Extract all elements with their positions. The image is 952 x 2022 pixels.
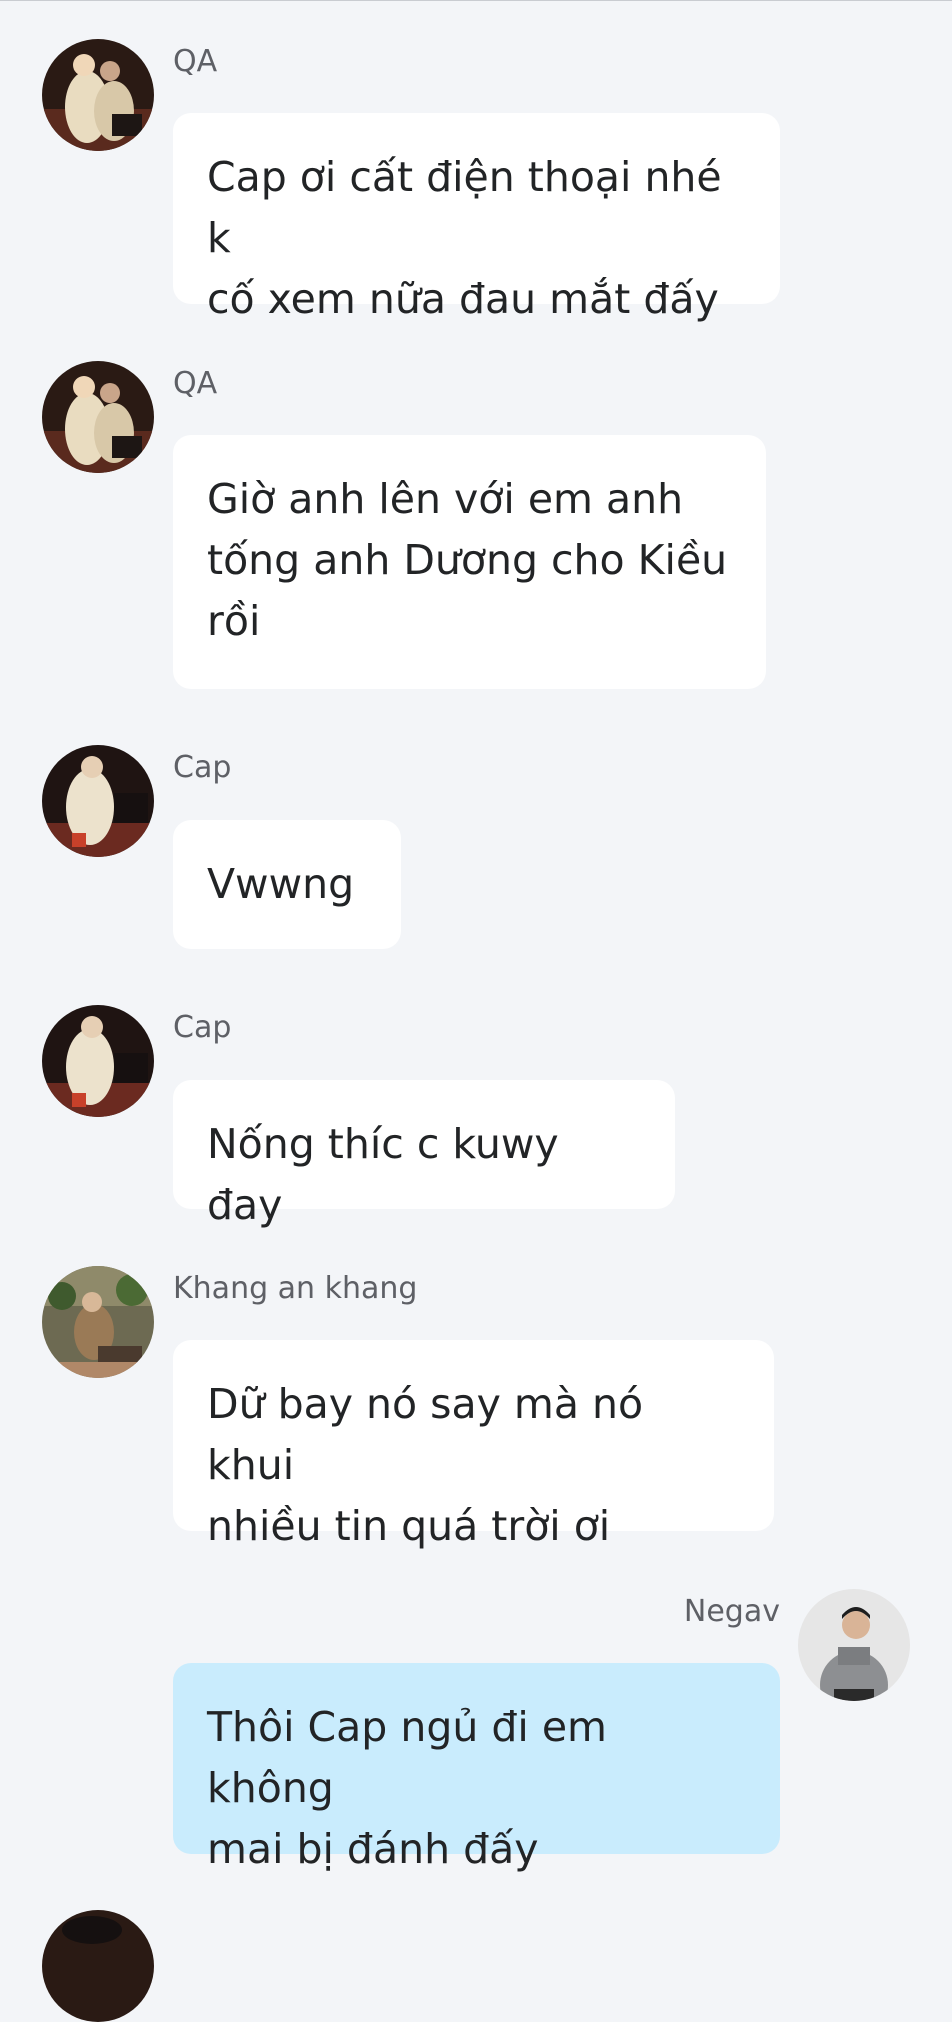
couple-photo-avatar [42, 1005, 154, 1117]
sender-name: QA [173, 366, 218, 401]
top-divider [0, 0, 952, 1]
sender-name: Cap [173, 1010, 232, 1045]
sender-name: Negav [683, 1594, 780, 1629]
avatar[interactable] [42, 39, 154, 151]
message-bubble[interactable]: Giờ anh lên với em anh tống anh Dương ch… [173, 435, 766, 689]
message-bubble[interactable]: Vwwng [173, 820, 401, 949]
message-bubble[interactable]: Nống thíc c kuwy đay [173, 1080, 675, 1229]
avatar[interactable] [798, 1589, 910, 1701]
message-bubble[interactable]: Cap ơi cất điện thoại nhé k cố xem nữa đ… [173, 113, 780, 323]
avatar[interactable] [42, 1005, 154, 1117]
man-portrait-avatar [798, 1589, 910, 1701]
couple-photo-avatar [42, 745, 154, 857]
avatar[interactable] [42, 1910, 154, 2022]
couple-photo-avatar [42, 1910, 154, 2022]
avatar[interactable] [42, 1266, 154, 1378]
couple-photo-avatar [42, 39, 154, 151]
avatar[interactable] [42, 745, 154, 857]
couple-photo-avatar [42, 361, 154, 473]
sender-name: Khang an khang [173, 1271, 418, 1306]
sender-name: Cap [173, 750, 232, 785]
avatar[interactable] [42, 361, 154, 473]
message-bubble[interactable]: Dữ bay nó say mà nó khui nhiều tin quá t… [173, 1340, 774, 1550]
man-sitting-avatar [42, 1266, 154, 1378]
sender-name: QA [173, 44, 218, 79]
message-bubble[interactable]: Thôi Cap ngủ đi em không mai bị đánh đấy [173, 1663, 780, 1873]
